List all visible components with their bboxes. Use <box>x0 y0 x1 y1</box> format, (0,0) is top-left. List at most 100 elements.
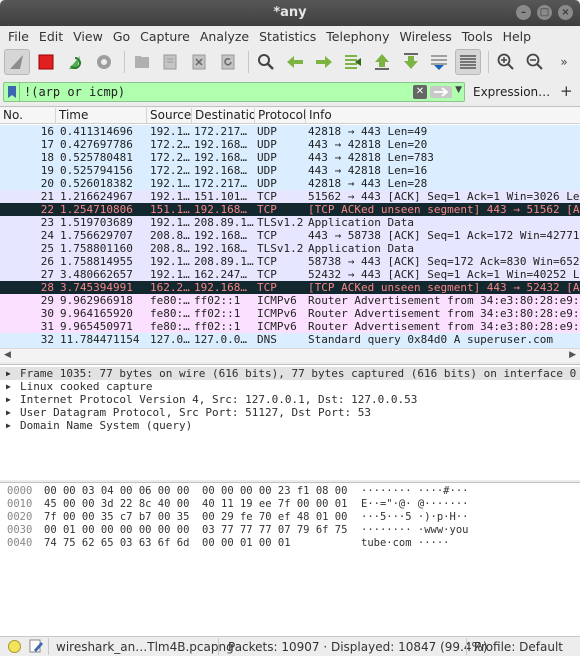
column-header-no[interactable]: No. <box>0 108 56 123</box>
details-tree-item[interactable]: ▶ Frame 1035: 77 bytes on wire (616 bits… <box>0 367 580 380</box>
details-tree-item[interactable]: ▶ User Datagram Protocol, Src Port: 5112… <box>0 406 580 419</box>
menu-wireless[interactable]: Wireless <box>394 26 456 46</box>
cell-protocol: DNS <box>257 333 277 346</box>
details-item-text: Linux cooked capture <box>20 380 153 393</box>
maximize-icon[interactable]: □ <box>537 5 552 20</box>
cell-no: 21 <box>40 190 54 203</box>
toolbar-overflow-icon[interactable]: » <box>551 49 577 75</box>
menu-edit[interactable]: Edit <box>34 26 68 46</box>
column-header-destination[interactable]: Destination <box>192 108 255 123</box>
cell-info: Standard query 0x84d0 A superuser.com <box>308 333 554 346</box>
save-file-icon[interactable] <box>157 49 183 75</box>
packet-row[interactable]: 30 9.964165920 fe80:… ff02::1 ICMPv6 Router A… <box>0 307 580 320</box>
packet-row[interactable]: 21 1.216624967 192.1… 151.101… TCP 51562 → 44… <box>0 190 580 203</box>
hex-row[interactable]: 0030 00 01 00 00 00 00 00 00 03 77 77 77… <box>0 524 580 537</box>
cell-protocol: ICMPv6 <box>257 294 297 307</box>
capture-options-gear-icon[interactable] <box>91 49 117 75</box>
packet-row[interactable]: 26 1.758814955 192.1… 208.89.1… TCP 58738 → 4… <box>0 255 580 268</box>
scroll-left-icon[interactable]: ◀ <box>4 350 11 360</box>
hex-row[interactable]: 0020 7f 00 00 35 c7 b7 00 35 00 29 fe 70… <box>0 511 580 524</box>
menu-view[interactable]: View <box>68 26 108 46</box>
close-file-icon[interactable] <box>186 49 212 75</box>
column-header-time[interactable]: Time <box>56 108 147 123</box>
filter-history-dropdown-icon[interactable]: ▼ <box>455 85 462 95</box>
capture-file-name: wireshark_an…Tlm4B.pcapng <box>56 640 234 654</box>
packet-row[interactable]: 31 9.965450971 fe80:… ff02::1 ICMPv6 Router A… <box>0 320 580 333</box>
hex-ascii: E··="·@· @······· <box>361 498 469 510</box>
expression-button[interactable]: Expression… <box>473 85 550 99</box>
zoom-out-icon[interactable] <box>522 49 548 75</box>
zoom-in-icon[interactable] <box>493 49 519 75</box>
apply-filter-arrow-icon[interactable] <box>430 86 452 98</box>
clear-filter-icon[interactable]: ✕ <box>413 85 427 99</box>
first-packet-icon[interactable] <box>369 49 395 75</box>
go-back-arrow-icon[interactable] <box>282 49 308 75</box>
packet-row[interactable]: 27 3.480662657 192.1… 162.247… TCP 52432 → 44… <box>0 268 580 281</box>
menu-go[interactable]: Go <box>108 26 135 46</box>
find-packet-search-icon[interactable] <box>253 49 279 75</box>
packet-row[interactable]: 24 1.756629707 208.8… 192.168… TCP 443 → 5873… <box>0 229 580 242</box>
column-header-protocol[interactable]: Protocol <box>255 108 306 123</box>
auto-scroll-icon[interactable] <box>426 49 452 75</box>
packet-row[interactable]: 28 3.745394991 162.2… 192.168… TCP [TCP ACKed… <box>0 281 580 294</box>
packet-row[interactable]: 25 1.758801160 208.8… 192.168… TLSv1.2 Applic… <box>0 242 580 255</box>
capture-comment-pencil-icon[interactable] <box>29 639 43 656</box>
scroll-right-icon[interactable]: ▶ <box>569 350 576 360</box>
packet-list: No. Time Source Destination Protocol Inf… <box>0 106 580 362</box>
packet-row[interactable]: 19 0.525794156 172.2… 192.168… UDP 443 → 4281… <box>0 164 580 177</box>
expand-triangle-icon[interactable]: ▶ <box>6 367 11 380</box>
menu-statistics[interactable]: Statistics <box>254 26 321 46</box>
packet-row[interactable]: 17 0.427697786 172.2… 192.168… UDP 443 → 4281… <box>0 138 580 151</box>
packet-list-horizontal-scrollbar[interactable]: ◀ ▶ <box>0 348 580 362</box>
column-header-source[interactable]: Source <box>147 108 192 123</box>
packet-row[interactable]: 16 0.411314696 192.1… 172.217… UDP 42818 → 44… <box>0 125 580 138</box>
column-header-info[interactable]: Info <box>306 108 580 123</box>
expand-triangle-icon[interactable]: ▶ <box>6 419 11 432</box>
menu-capture[interactable]: Capture <box>135 26 195 46</box>
hex-row[interactable]: 0010 45 00 00 3d 22 8c 40 00 40 11 19 ee… <box>0 498 580 511</box>
expert-info-indicator-icon[interactable] <box>8 640 21 653</box>
hex-row[interactable]: 0040 74 75 62 65 03 63 6f 6d 00 00 01 00… <box>0 537 580 550</box>
cell-time: 0.526018382 <box>60 177 133 190</box>
cell-time: 9.964165920 <box>60 307 133 320</box>
expand-triangle-icon[interactable]: ▶ <box>6 393 11 406</box>
cell-info: 52432 → 443 [ACK] Seq=1 Ack=1 Win=40252 … <box>308 268 580 281</box>
colorize-list-icon[interactable] <box>455 49 482 75</box>
expand-triangle-icon[interactable]: ▶ <box>6 406 11 419</box>
packet-row[interactable]: 22 1.254710806 151.1… 192.168… TCP [TCP ACKed… <box>0 203 580 216</box>
reload-file-icon[interactable] <box>215 49 241 75</box>
menu-tools[interactable]: Tools <box>457 26 498 46</box>
hex-ascii: ···5···5 ·)·p·H·· <box>361 511 469 523</box>
filter-bookmark-icon[interactable] <box>4 83 20 101</box>
packet-count: Packets: 10907 · Displayed: 10847 (99.4%… <box>228 640 488 654</box>
packet-row[interactable]: 29 9.962966918 fe80:… ff02::1 ICMPv6 Router A… <box>0 294 580 307</box>
stop-capture-icon[interactable] <box>33 49 59 75</box>
close-icon[interactable]: × <box>558 5 573 20</box>
hex-row[interactable]: 0000 00 00 03 04 00 06 00 00 00 00 00 00… <box>0 485 580 498</box>
details-tree-item[interactable]: ▶ Linux cooked capture <box>0 380 580 393</box>
profile-selector[interactable]: Profile: Default <box>474 640 563 654</box>
display-filter-input[interactable]: !(arp or icmp) ✕ ▼ <box>3 82 465 102</box>
menu-telephony[interactable]: Telephony <box>321 26 394 46</box>
go-forward-arrow-icon[interactable] <box>311 49 337 75</box>
add-filter-button[interactable]: + <box>560 82 573 100</box>
open-file-icon[interactable] <box>129 49 155 75</box>
packet-row[interactable]: 18 0.525780481 172.2… 192.168… UDP 443 → 4281… <box>0 151 580 164</box>
cell-time: 0.525794156 <box>60 164 133 177</box>
packet-row[interactable]: 32 11.784471154 127.0… 127.0.0… DNS Standard … <box>0 333 580 346</box>
restart-capture-icon[interactable] <box>62 49 88 75</box>
cell-no: 19 <box>40 164 54 177</box>
last-packet-icon[interactable] <box>398 49 424 75</box>
packet-row[interactable]: 20 0.526018382 192.1… 172.217… UDP 42818 → 44… <box>0 177 580 190</box>
details-tree-item[interactable]: ▶ Domain Name System (query) <box>0 419 580 432</box>
shark-fin-start-icon[interactable] <box>4 49 30 75</box>
packet-row[interactable]: 23 1.519703689 192.1… 208.89.1… TLSv1.2 Appli… <box>0 216 580 229</box>
menu-help[interactable]: Help <box>498 26 537 46</box>
cell-source: 172.2… <box>150 138 190 151</box>
expand-triangle-icon[interactable]: ▶ <box>6 380 11 393</box>
go-to-packet-icon[interactable] <box>340 49 366 75</box>
menu-analyze[interactable]: Analyze <box>195 26 254 46</box>
details-tree-item[interactable]: ▶ Internet Protocol Version 4, Src: 127.… <box>0 393 580 406</box>
menu-file[interactable]: File <box>3 26 34 46</box>
minimize-icon[interactable]: – <box>516 5 531 20</box>
